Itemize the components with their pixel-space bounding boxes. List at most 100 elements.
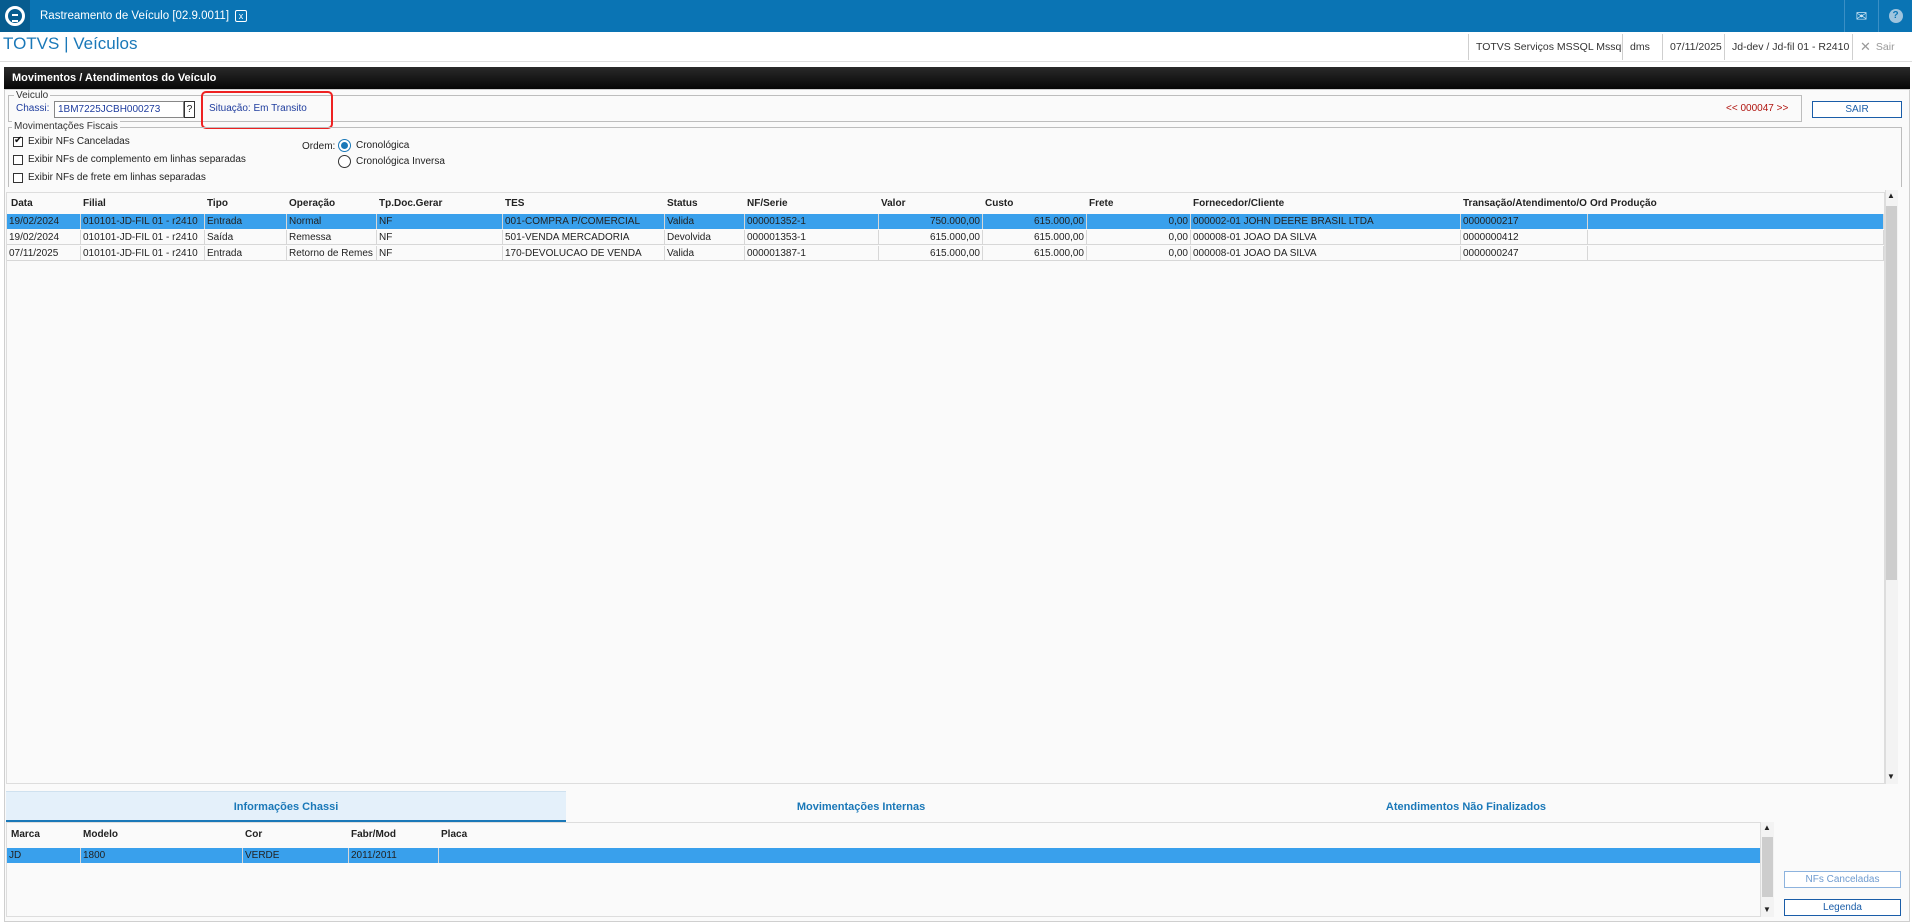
col-tpdoc[interactable]: Tp.Doc.Gerar xyxy=(377,196,503,211)
checkbox-nfs-complemento[interactable]: Exibir NFs de complemento em linhas sepa… xyxy=(13,154,246,165)
mail-icon[interactable]: ✉ xyxy=(1844,0,1878,32)
help-icon[interactable]: ? xyxy=(1878,0,1912,32)
table-cell xyxy=(1588,230,1884,245)
table-cell: 010101-JD-FIL 01 - r2410 xyxy=(81,230,205,245)
module-label[interactable]: dms xyxy=(1622,34,1657,60)
radio-label: Cronológica xyxy=(356,140,410,151)
window-tab-title: Rastreamento de Veículo [02.9.0011] xyxy=(40,10,230,22)
col-frete[interactable]: Frete xyxy=(1087,196,1191,211)
table-cell: Entrada xyxy=(205,214,287,229)
cell: VERDE xyxy=(243,848,349,863)
checkbox-nfs-canceladas[interactable]: Exibir NFs Canceladas xyxy=(13,135,130,147)
table-cell: 19/02/2024 xyxy=(7,214,81,229)
checkbox-checked[interactable] xyxy=(13,135,23,147)
col-custo[interactable]: Custo xyxy=(983,196,1087,211)
fiscal-fieldset xyxy=(8,127,1902,187)
col-ordproducao[interactable]: Ord Produção xyxy=(1588,196,1788,211)
app-title: TOTVS | Veículos xyxy=(3,34,138,53)
tab-movimentacoes-internas[interactable]: Movimentações Internas xyxy=(566,793,1156,822)
scroll-up-icon[interactable]: ▲ xyxy=(1763,823,1771,832)
table-cell: Remessa xyxy=(287,230,377,245)
situacao-highlight xyxy=(201,91,333,129)
window-tab[interactable]: Rastreamento de Veículo [02.9.0011] x xyxy=(30,0,257,32)
scroll-down-icon[interactable]: ▼ xyxy=(1763,905,1771,914)
tab-atendimentos-nao-finalizados[interactable]: Atendimentos Não Finalizados xyxy=(1156,793,1776,822)
checkbox-nfs-frete[interactable]: Exibir NFs de frete em linhas separadas xyxy=(13,172,206,183)
veiculo-legend: Veiculo xyxy=(14,90,51,101)
table-cell: 000001352-1 xyxy=(745,214,879,229)
col-transacao[interactable]: Transação/Atendimento/O xyxy=(1461,196,1588,211)
chassi-search-button[interactable]: ? xyxy=(184,101,195,118)
col-marca[interactable]: Marca xyxy=(9,827,81,842)
col-cor[interactable]: Cor xyxy=(243,827,349,842)
col-tes[interactable]: TES xyxy=(503,196,665,211)
col-filial[interactable]: Filial xyxy=(81,196,205,211)
chassi-scroll-thumb[interactable] xyxy=(1762,837,1773,897)
col-data[interactable]: Data xyxy=(9,196,81,211)
cell: 2011/2011 xyxy=(349,848,439,863)
close-icon: ✕ xyxy=(1860,39,1871,54)
col-status[interactable]: Status xyxy=(665,196,745,211)
table-row[interactable]: 07/11/2025 010101-JD-FIL 01 - r2410 Entrad… xyxy=(7,246,1884,261)
date-label[interactable]: 07/11/2025 xyxy=(1662,34,1729,60)
table-cell: 000001387-1 xyxy=(745,246,879,261)
table-cell: 07/11/2025 xyxy=(7,246,81,261)
table-cell: NF xyxy=(377,214,503,229)
chassi-row[interactable]: JD 1800 VERDE 2011/2011 xyxy=(7,848,1760,863)
col-valor[interactable]: Valor xyxy=(879,196,983,211)
table-cell: 615.000,00 xyxy=(879,246,983,261)
table-cell: 000008-01 JOAO DA SILVA xyxy=(1191,230,1461,245)
table-cell: NF xyxy=(377,230,503,245)
grid-scroll-thumb[interactable] xyxy=(1886,206,1897,580)
tab-informacoes-chassi[interactable]: Informações Chassi xyxy=(6,791,566,822)
scroll-up-icon[interactable]: ▲ xyxy=(1887,191,1895,200)
nfs-canceladas-button[interactable]: NFs Canceladas xyxy=(1784,871,1901,888)
table-cell: 615.000,00 xyxy=(983,246,1087,261)
checkbox-unchecked[interactable] xyxy=(13,154,23,165)
col-nfserie[interactable]: NF/Serie xyxy=(745,196,879,211)
movements-grid[interactable]: Data Filial Tipo Operação Tp.Doc.Gerar T… xyxy=(6,192,1885,784)
table-row[interactable]: 19/02/2024 010101-JD-FIL 01 - r2410 Entrad… xyxy=(7,214,1884,229)
cell: 1800 xyxy=(81,848,243,863)
table-cell: Devolvida xyxy=(665,230,745,245)
scroll-down-icon[interactable]: ▼ xyxy=(1887,772,1895,781)
chassi-label: Chassi: xyxy=(16,103,50,114)
vehicle-nav-link[interactable]: << 000047 >> xyxy=(1726,103,1788,114)
col-tipo[interactable]: Tipo xyxy=(205,196,287,211)
environment-label[interactable]: TOTVS Serviços MSSQL Mssql xyxy=(1468,34,1631,60)
col-placa[interactable]: Placa xyxy=(439,827,639,842)
table-cell: Valida xyxy=(665,214,745,229)
col-modelo[interactable]: Modelo xyxy=(81,827,243,842)
logout-button[interactable]: ✕ Sair xyxy=(1852,34,1912,60)
radio-selected[interactable] xyxy=(338,139,351,152)
chassi-input[interactable]: 1BM7225JCBH000273 xyxy=(54,101,184,118)
panel-title: Movimentos / Atendimentos do Veículo xyxy=(4,67,1910,89)
table-row[interactable]: 19/02/2024 010101-JD-FIL 01 - r2410 Saída R… xyxy=(7,230,1884,245)
chassi-grid-header: Marca Modelo Cor Fabr/Mod Placa xyxy=(7,827,1884,842)
cell: JD xyxy=(7,848,81,863)
totvs-logo-icon[interactable] xyxy=(0,0,30,32)
legenda-button[interactable]: Legenda xyxy=(1784,899,1901,916)
table-cell: 170-DEVOLUCAO DE VENDA xyxy=(503,246,665,261)
table-cell: 010101-JD-FIL 01 - r2410 xyxy=(81,214,205,229)
col-fornecedor[interactable]: Fornecedor/Cliente xyxy=(1191,196,1461,211)
chassi-grid[interactable]: Marca Modelo Cor Fabr/Mod Placa JD 1800 … xyxy=(6,822,1761,917)
close-icon[interactable]: x xyxy=(235,10,248,22)
radio-unselected[interactable] xyxy=(338,155,351,168)
checkbox-unchecked[interactable] xyxy=(13,172,23,183)
table-cell: 000001353-1 xyxy=(745,230,879,245)
radio-cronologica[interactable]: Cronológica xyxy=(338,139,409,152)
table-cell: 615.000,00 xyxy=(879,230,983,245)
sair-button[interactable]: SAIR xyxy=(1812,101,1902,118)
col-fabrmod[interactable]: Fabr/Mod xyxy=(349,827,439,842)
table-cell: 0,00 xyxy=(1087,230,1191,245)
radio-cronologica-inversa[interactable]: Cronológica Inversa xyxy=(338,155,445,168)
branch-label[interactable]: Jd-dev / Jd-fil 01 - R2410 xyxy=(1724,34,1856,60)
table-cell xyxy=(1588,214,1884,229)
radio-label: Cronológica Inversa xyxy=(356,156,445,167)
checkbox-label: Exibir NFs Canceladas xyxy=(28,136,130,147)
table-cell: 000008-01 JOAO DA SILVA xyxy=(1191,246,1461,261)
table-cell: 000002-01 JOHN DEERE BRASIL LTDA xyxy=(1191,214,1461,229)
col-operacao[interactable]: Operação xyxy=(287,196,377,211)
grid-header: Data Filial Tipo Operação Tp.Doc.Gerar T… xyxy=(7,196,1884,211)
